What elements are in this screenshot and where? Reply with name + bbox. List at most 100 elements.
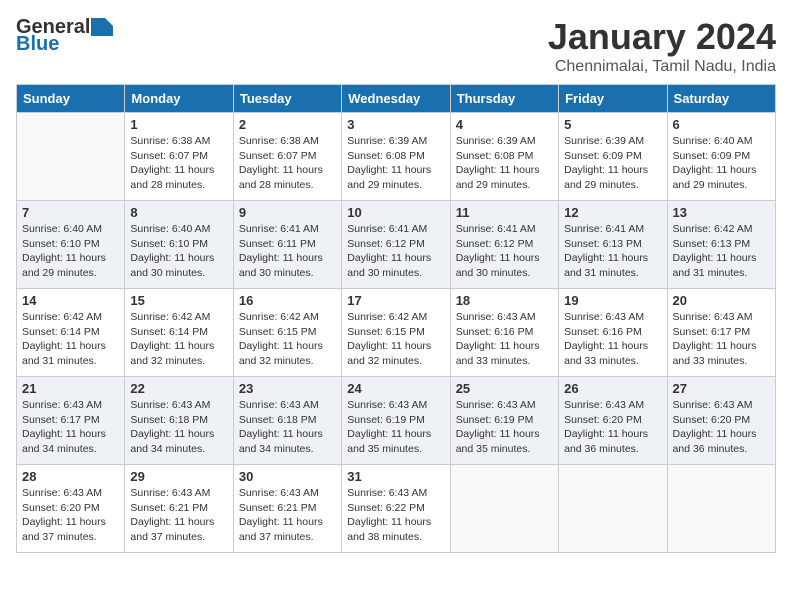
day-info: Sunrise: 6:43 AM Sunset: 6:18 PM Dayligh…: [239, 398, 336, 457]
day-info: Sunrise: 6:43 AM Sunset: 6:20 PM Dayligh…: [564, 398, 661, 457]
day-number: 9: [239, 205, 336, 220]
title-block: January 2024 Chennimalai, Tamil Nadu, In…: [548, 16, 776, 76]
calendar-cell: 22 Sunrise: 6:43 AM Sunset: 6:18 PM Dayli…: [125, 377, 233, 465]
calendar-cell: 21 Sunrise: 6:43 AM Sunset: 6:17 PM Dayli…: [17, 377, 125, 465]
calendar-cell: 26 Sunrise: 6:43 AM Sunset: 6:20 PM Dayli…: [559, 377, 667, 465]
day-number: 28: [22, 469, 119, 484]
day-info: Sunrise: 6:43 AM Sunset: 6:19 PM Dayligh…: [456, 398, 553, 457]
page-title: January 2024: [548, 16, 776, 58]
day-info: Sunrise: 6:40 AM Sunset: 6:09 PM Dayligh…: [673, 134, 770, 193]
day-info: Sunrise: 6:43 AM Sunset: 6:16 PM Dayligh…: [564, 310, 661, 369]
day-header-tuesday: Tuesday: [233, 85, 341, 113]
calendar-cell: 31Sunrise: 6:43 AM Sunset: 6:22 PM Dayli…: [342, 465, 450, 553]
day-info: Sunrise: 6:38 AM Sunset: 6:07 PM Dayligh…: [239, 134, 336, 193]
calendar-week-5: 28 Sunrise: 6:43 AM Sunset: 6:20 PM Dayli…: [17, 465, 776, 553]
calendar-cell: 2 Sunrise: 6:38 AM Sunset: 6:07 PM Daylig…: [233, 113, 341, 201]
day-info: Sunrise: 6:43 AM Sunset: 6:17 PM Dayligh…: [673, 310, 770, 369]
day-info: Sunrise: 6:42 AM Sunset: 6:13 PM Dayligh…: [673, 222, 770, 281]
day-number: 6: [673, 117, 770, 132]
day-number: 20: [673, 293, 770, 308]
day-number: 16: [239, 293, 336, 308]
day-info: Sunrise: 6:42 AM Sunset: 6:14 PM Dayligh…: [22, 310, 119, 369]
day-number: 21: [22, 381, 119, 396]
day-number: 29: [130, 469, 227, 484]
day-number: 13: [673, 205, 770, 220]
logo-icon: [91, 18, 113, 36]
day-info: Sunrise: 6:43 AM Sunset: 6:20 PM Dayligh…: [673, 398, 770, 457]
day-info: Sunrise: 6:38 AM Sunset: 6:07 PM Dayligh…: [130, 134, 227, 193]
day-info: Sunrise: 6:41 AM Sunset: 6:12 PM Dayligh…: [347, 222, 444, 281]
day-number: 31: [347, 469, 444, 484]
day-number: 25: [456, 381, 553, 396]
calendar-cell: 15 Sunrise: 6:42 AM Sunset: 6:14 PM Dayli…: [125, 289, 233, 377]
day-info: Sunrise: 6:43 AM Sunset: 6:21 PM Dayligh…: [239, 486, 336, 545]
calendar-cell: 10Sunrise: 6:41 AM Sunset: 6:12 PM Dayli…: [342, 201, 450, 289]
day-info: Sunrise: 6:43 AM Sunset: 6:20 PM Dayligh…: [22, 486, 119, 545]
day-number: 19: [564, 293, 661, 308]
calendar-cell: 7 Sunrise: 6:40 AM Sunset: 6:10 PM Daylig…: [17, 201, 125, 289]
calendar-cell: 4Sunrise: 6:39 AM Sunset: 6:08 PM Daylig…: [450, 113, 558, 201]
day-info: Sunrise: 6:40 AM Sunset: 6:10 PM Dayligh…: [130, 222, 227, 281]
calendar-cell: 6 Sunrise: 6:40 AM Sunset: 6:09 PM Daylig…: [667, 113, 775, 201]
calendar-week-2: 7 Sunrise: 6:40 AM Sunset: 6:10 PM Daylig…: [17, 201, 776, 289]
day-number: 7: [22, 205, 119, 220]
day-info: Sunrise: 6:43 AM Sunset: 6:16 PM Dayligh…: [456, 310, 553, 369]
day-number: 8: [130, 205, 227, 220]
calendar-cell: 16 Sunrise: 6:42 AM Sunset: 6:15 PM Dayli…: [233, 289, 341, 377]
calendar-cell: 12 Sunrise: 6:41 AM Sunset: 6:13 PM Dayli…: [559, 201, 667, 289]
day-info: Sunrise: 6:41 AM Sunset: 6:11 PM Dayligh…: [239, 222, 336, 281]
day-number: 17: [347, 293, 444, 308]
day-number: 5: [564, 117, 661, 132]
calendar-cell: 29 Sunrise: 6:43 AM Sunset: 6:21 PM Dayli…: [125, 465, 233, 553]
calendar-cell: 11Sunrise: 6:41 AM Sunset: 6:12 PM Dayli…: [450, 201, 558, 289]
calendar-week-3: 14 Sunrise: 6:42 AM Sunset: 6:14 PM Dayli…: [17, 289, 776, 377]
day-number: 14: [22, 293, 119, 308]
day-header-thursday: Thursday: [450, 85, 558, 113]
calendar-cell: 8 Sunrise: 6:40 AM Sunset: 6:10 PM Daylig…: [125, 201, 233, 289]
calendar-cell: [450, 465, 558, 553]
calendar-table: SundayMondayTuesdayWednesdayThursdayFrid…: [16, 84, 776, 553]
day-number: 27: [673, 381, 770, 396]
day-info: Sunrise: 6:41 AM Sunset: 6:13 PM Dayligh…: [564, 222, 661, 281]
logo-blue: Blue: [16, 33, 59, 56]
calendar-cell: 17 Sunrise: 6:42 AM Sunset: 6:15 PM Dayli…: [342, 289, 450, 377]
day-info: Sunrise: 6:42 AM Sunset: 6:15 PM Dayligh…: [347, 310, 444, 369]
calendar-cell: 13 Sunrise: 6:42 AM Sunset: 6:13 PM Dayli…: [667, 201, 775, 289]
day-info: Sunrise: 6:42 AM Sunset: 6:14 PM Dayligh…: [130, 310, 227, 369]
day-number: 15: [130, 293, 227, 308]
calendar-cell: [17, 113, 125, 201]
day-number: 26: [564, 381, 661, 396]
calendar-cell: 23 Sunrise: 6:43 AM Sunset: 6:18 PM Dayli…: [233, 377, 341, 465]
day-info: Sunrise: 6:43 AM Sunset: 6:19 PM Dayligh…: [347, 398, 444, 457]
day-number: 18: [456, 293, 553, 308]
calendar-cell: 28 Sunrise: 6:43 AM Sunset: 6:20 PM Dayli…: [17, 465, 125, 553]
day-header-sunday: Sunday: [17, 85, 125, 113]
day-number: 12: [564, 205, 661, 220]
calendar-cell: 19 Sunrise: 6:43 AM Sunset: 6:16 PM Dayli…: [559, 289, 667, 377]
day-number: 2: [239, 117, 336, 132]
calendar-cell: 18 Sunrise: 6:43 AM Sunset: 6:16 PM Dayli…: [450, 289, 558, 377]
day-number: 22: [130, 381, 227, 396]
day-number: 23: [239, 381, 336, 396]
day-number: 24: [347, 381, 444, 396]
day-info: Sunrise: 6:43 AM Sunset: 6:18 PM Dayligh…: [130, 398, 227, 457]
page-subtitle: Chennimalai, Tamil Nadu, India: [548, 58, 776, 76]
logo: General Blue: [16, 16, 113, 56]
day-info: Sunrise: 6:40 AM Sunset: 6:10 PM Dayligh…: [22, 222, 119, 281]
day-number: 1: [130, 117, 227, 132]
day-number: 30: [239, 469, 336, 484]
day-info: Sunrise: 6:43 AM Sunset: 6:17 PM Dayligh…: [22, 398, 119, 457]
day-header-wednesday: Wednesday: [342, 85, 450, 113]
day-info: Sunrise: 6:39 AM Sunset: 6:08 PM Dayligh…: [347, 134, 444, 193]
day-info: Sunrise: 6:42 AM Sunset: 6:15 PM Dayligh…: [239, 310, 336, 369]
calendar-cell: 20 Sunrise: 6:43 AM Sunset: 6:17 PM Dayli…: [667, 289, 775, 377]
day-number: 3: [347, 117, 444, 132]
calendar-cell: 30 Sunrise: 6:43 AM Sunset: 6:21 PM Dayli…: [233, 465, 341, 553]
calendar-cell: 24 Sunrise: 6:43 AM Sunset: 6:19 PM Dayli…: [342, 377, 450, 465]
day-info: Sunrise: 6:43 AM Sunset: 6:21 PM Dayligh…: [130, 486, 227, 545]
calendar-cell: 25 Sunrise: 6:43 AM Sunset: 6:19 PM Dayli…: [450, 377, 558, 465]
page-header: General Blue January 2024 Chennimalai, T…: [16, 16, 776, 76]
day-header-monday: Monday: [125, 85, 233, 113]
calendar-week-1: 1 Sunrise: 6:38 AM Sunset: 6:07 PM Daylig…: [17, 113, 776, 201]
calendar-cell: 9 Sunrise: 6:41 AM Sunset: 6:11 PM Daylig…: [233, 201, 341, 289]
